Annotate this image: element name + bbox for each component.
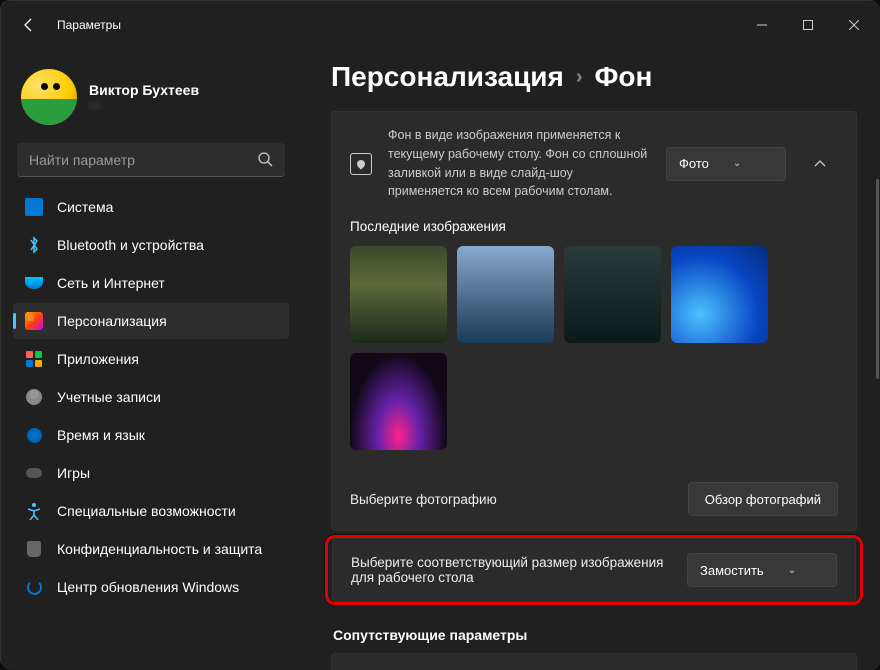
chevron-down-icon: ⌄ [733, 158, 741, 169]
personalization-icon [25, 312, 43, 330]
collapse-button[interactable] [802, 146, 838, 182]
fit-label: Выберите соответствующий размер изображе… [351, 555, 671, 585]
time-icon [25, 426, 43, 444]
nav-bluetooth[interactable]: Bluetooth и устройства [13, 227, 289, 263]
recent-images-label: Последние изображения [332, 215, 856, 246]
bluetooth-icon [25, 236, 43, 254]
wallpaper-thumb[interactable] [564, 246, 661, 343]
nav-accessibility[interactable]: Специальные возможности [13, 493, 289, 529]
window-controls [739, 9, 877, 41]
fit-dropdown[interactable]: Замостить ⌄ [687, 553, 837, 587]
avatar [21, 69, 77, 125]
titlebar: Параметры [1, 1, 880, 49]
nav-apps[interactable]: Приложения [13, 341, 289, 377]
related-heading: Сопутствующие параметры [333, 627, 855, 643]
search-input[interactable] [29, 152, 258, 168]
privacy-icon [25, 540, 43, 558]
scrollbar[interactable] [876, 179, 879, 379]
wallpaper-thumb[interactable] [350, 353, 447, 450]
profile-name: Виктор Бухтеев [89, 82, 199, 98]
back-button[interactable] [9, 5, 49, 45]
nav-update[interactable]: Центр обновления Windows [13, 569, 289, 605]
nav-privacy[interactable]: Конфиденциальность и защита [13, 531, 289, 567]
network-icon [25, 274, 43, 292]
main-content: Персонализация › Фон Фон в виде изображе… [301, 49, 880, 670]
apps-icon [25, 350, 43, 368]
nav-time[interactable]: Время и язык [13, 417, 289, 453]
settings-window: Параметры Виктор Бухтеев — [1, 1, 880, 670]
choose-photo-label: Выберите фотографию [350, 492, 672, 507]
nav-network[interactable]: Сеть и Интернет [13, 265, 289, 301]
wallpaper-thumb[interactable] [350, 246, 447, 343]
background-type-card: Фон в виде изображения применяется к тек… [331, 111, 857, 531]
breadcrumb-current: Фон [595, 61, 653, 93]
search-icon [258, 152, 273, 167]
accessibility-icon [25, 502, 43, 520]
update-icon [25, 578, 43, 596]
fit-card: Выберите соответствующий размер изображе… [332, 538, 856, 602]
profile-block[interactable]: Виктор Бухтеев — [13, 57, 289, 143]
nav: Система Bluetooth и устройства Сеть и Ин… [13, 189, 289, 605]
breadcrumb-parent[interactable]: Персонализация [331, 61, 564, 93]
choose-photo-row: Выберите фотографию Обзор фотографий [332, 468, 856, 530]
picture-icon [350, 153, 372, 175]
chevron-down-icon: ⌄ [788, 565, 796, 576]
profile-email: — [89, 98, 199, 112]
nav-system[interactable]: Система [13, 189, 289, 225]
search-box[interactable] [17, 143, 285, 177]
browse-photos-button[interactable]: Обзор фотографий [688, 482, 838, 516]
maximize-button[interactable] [785, 9, 831, 41]
close-button[interactable] [831, 9, 877, 41]
breadcrumb: Персонализация › Фон [331, 61, 857, 93]
recent-images-grid [332, 246, 856, 468]
nav-accounts[interactable]: Учетные записи [13, 379, 289, 415]
nav-personalization[interactable]: Персонализация [13, 303, 289, 339]
wallpaper-thumb[interactable] [457, 246, 554, 343]
system-icon [25, 198, 43, 216]
minimize-button[interactable] [739, 9, 785, 41]
highlight-annotation: Выберите соответствующий размер изображе… [325, 535, 863, 605]
chevron-right-icon: › [576, 66, 583, 89]
wallpaper-thumb[interactable] [671, 246, 768, 343]
background-description: Фон в виде изображения применяется к тек… [388, 126, 650, 201]
contrast-themes-card[interactable]: Контрастные темы [331, 653, 857, 670]
gaming-icon [25, 464, 43, 482]
accounts-icon [25, 388, 43, 406]
background-type-dropdown[interactable]: Фото ⌄ [666, 147, 786, 181]
window-title: Параметры [57, 18, 121, 32]
nav-gaming[interactable]: Игры [13, 455, 289, 491]
sidebar: Виктор Бухтеев — Система Bluetooth и уст… [1, 49, 301, 670]
